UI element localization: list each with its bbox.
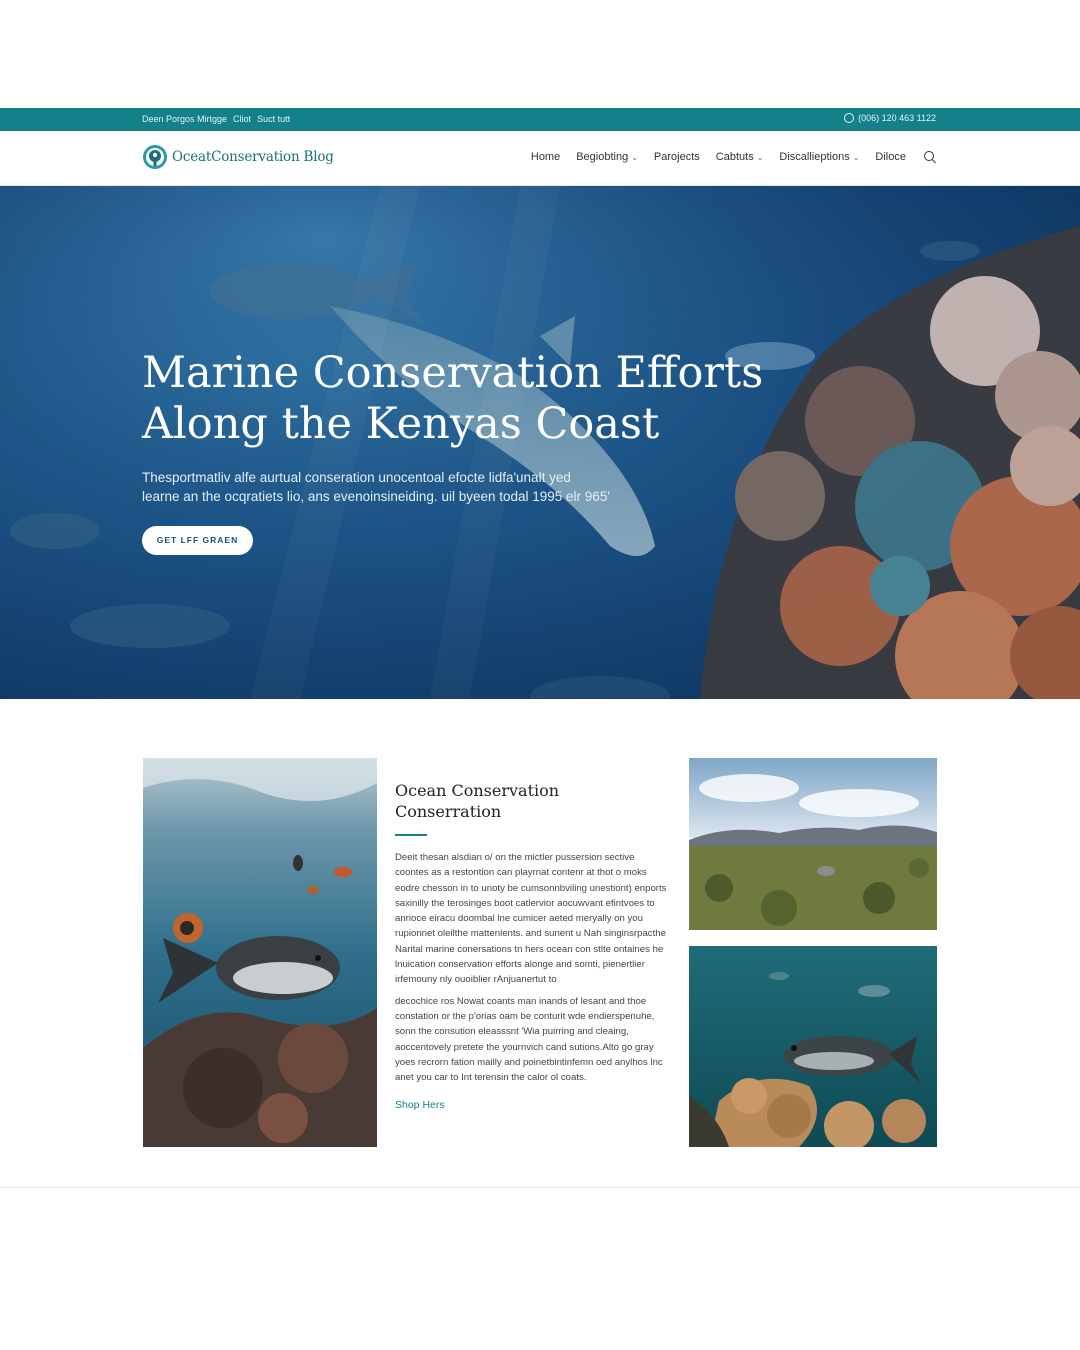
article-paragraph: decochice ros Nowat coants man inands of… <box>395 995 663 1084</box>
top-bar-item[interactable]: Suct tutt <box>257 114 290 124</box>
page-frame: Deen Porgos Mirtgge Cliot Suct tutt (006… <box>0 108 1080 1188</box>
hero-subtitle: Thesportmatliv alfe aurtual conseration … <box>142 468 702 506</box>
hero-subtitle-line-1: Thesportmatliv alfe aurtual conseration … <box>142 470 571 485</box>
top-bar-item[interactable]: Cliot <box>233 114 251 124</box>
chevron-down-icon: ⌄ <box>631 152 638 162</box>
main-nav: Home Begiobting ⌄ Parojects Cabtuts ⌄ Disc… <box>531 151 936 163</box>
nav-label: Begiobting <box>576 151 629 163</box>
top-bar-item[interactable]: Deen Porgos Mirtgge <box>142 114 227 124</box>
savanna-image <box>689 758 937 930</box>
title-divider <box>395 834 427 836</box>
nav-item-cabtuts[interactable]: Cabtuts ⌄ <box>716 151 764 163</box>
logo-text: OceatConservation Blog <box>172 149 334 165</box>
top-info-bar: Deen Porgos Mirtgge Cliot Suct tutt (006… <box>0 108 1080 131</box>
hero-title: Marine Conservation Efforts Along the Ke… <box>142 348 842 450</box>
nav-label: Parojects <box>653 151 700 163</box>
fish-photo <box>143 758 377 1147</box>
search-icon[interactable] <box>924 151 936 163</box>
savanna-photo <box>689 758 937 930</box>
article-block: Ocean Conservation Conserration Deeit th… <box>395 780 670 1113</box>
article-paragraph: Deeit thesan alsdian o/ on the mictler p… <box>395 852 667 986</box>
shop-link[interactable]: Shop Hers <box>395 1099 445 1111</box>
hero-title-line-1: Marine Conservation Efforts <box>142 348 764 398</box>
hero-banner: Marine Conservation Efforts Along the Ke… <box>0 186 1080 699</box>
nav-label: Home <box>530 151 561 163</box>
hero-cta-button[interactable]: GET LFF GRAEN <box>142 526 253 555</box>
article-body: Deeit thesan alsdian o/ on the mictler p… <box>395 850 670 1085</box>
top-bar-contact: (006) 120 463 1122 <box>844 113 936 123</box>
nav-item-diloce[interactable]: Diloce <box>875 151 906 163</box>
chevron-down-icon: ⌄ <box>852 152 860 162</box>
nav-label: Discallieptions <box>779 151 850 163</box>
chevron-down-icon: ⌄ <box>756 152 764 162</box>
logo-icon <box>143 145 167 169</box>
reef-fish-photo <box>689 946 937 1147</box>
reef-fish-image <box>689 946 937 1147</box>
site-header: OceatConservation Blog Home Begiobting ⌄ … <box>0 131 1080 186</box>
site-logo[interactable]: OceatConservation Blog <box>142 144 334 170</box>
hero-subtitle-line-2: learne an the ocqratiets lio, ans evenoi… <box>142 489 610 504</box>
nav-label: Diloce <box>875 151 906 163</box>
hero-title-line-2: Along the Kenyas Coast <box>142 399 660 449</box>
nav-label: Cabtuts <box>715 151 754 163</box>
phone-icon <box>844 113 855 123</box>
article-title-line-1: Ocean Conservation <box>395 781 560 800</box>
nav-item-parojects[interactable]: Parojects <box>654 151 700 163</box>
top-bar-links: Deen Porgos Mirtgge Cliot Suct tutt <box>142 114 290 124</box>
article-title-line-2: Conserration <box>395 802 502 821</box>
article-title: Ocean Conservation Conserration <box>395 780 670 822</box>
nav-item-begiobting[interactable]: Begiobting ⌄ <box>576 151 638 163</box>
nav-item-discallieptions[interactable]: Discallieptions ⌄ <box>779 151 859 163</box>
underwater-fish-image <box>143 758 377 1147</box>
nav-item-home[interactable]: Home <box>531 151 560 163</box>
phone-number[interactable]: (006) 120 463 1122 <box>858 113 936 123</box>
